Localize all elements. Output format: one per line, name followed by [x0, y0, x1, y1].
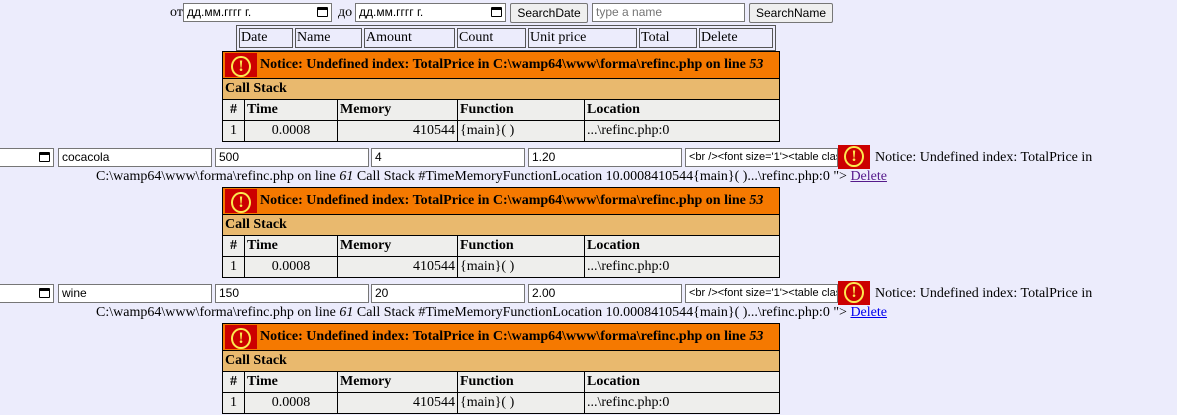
notice-message: Notice: Undefined index: TotalPrice in C… — [260, 329, 746, 345]
row-name-input[interactable]: wine — [58, 284, 212, 303]
php-notice-block: ! Notice: Undefined index: TotalPrice in … — [222, 187, 780, 278]
call-stack-title: Call Stack — [222, 350, 780, 372]
col-function: Function — [457, 99, 585, 121]
col-function: Function — [457, 235, 585, 257]
row-date-input[interactable] — [0, 284, 54, 303]
notice-line: 53 — [749, 193, 764, 209]
col-location: Location — [584, 235, 780, 257]
header-total: Total — [639, 28, 697, 48]
warning-icon: ! — [838, 281, 870, 305]
inline-notice-continuation: C:\wamp64\www\forma\refinc.php on line 6… — [96, 305, 887, 321]
inline-notice-stack: Call Stack #TimeMemoryFunctionLocation 1… — [353, 169, 851, 184]
col-time: Time — [244, 99, 338, 121]
col-memory: Memory — [337, 371, 458, 393]
delete-link[interactable]: Delete — [850, 305, 887, 320]
inline-notice-line: 61 — [339, 169, 354, 184]
warning-icon: ! — [225, 325, 257, 349]
stack-num: 1 — [222, 120, 245, 142]
col-hash: # — [222, 235, 245, 257]
notice-header: ! Notice: Undefined index: TotalPrice in … — [222, 187, 780, 215]
col-memory: Memory — [337, 99, 458, 121]
col-time: Time — [244, 235, 338, 257]
col-time: Time — [244, 371, 338, 393]
stack-time: 0.0008 — [244, 256, 338, 278]
row-unit-price-input[interactable]: 1.20 — [528, 148, 682, 167]
stack-num: 1 — [222, 392, 245, 414]
col-location: Location — [584, 99, 780, 121]
warning-icon: ! — [225, 189, 257, 213]
stack-memory: 410544 — [337, 120, 458, 142]
col-function: Function — [457, 371, 585, 393]
stack-time: 0.0008 — [244, 392, 338, 414]
stack-location: ...\refinc.php:0 — [584, 256, 780, 278]
warning-icon: ! — [838, 145, 870, 169]
calendar-icon[interactable] — [317, 7, 328, 17]
from-label: от — [170, 5, 183, 20]
from-date-input[interactable]: дд.мм.гггг г. — [183, 3, 332, 22]
row-amount-input[interactable]: 150 — [215, 284, 369, 303]
row-name-input[interactable]: cocacola — [58, 148, 212, 167]
header-name: Name — [295, 28, 362, 48]
search-date-button[interactable]: SearchDate — [510, 3, 588, 23]
stack-location: ...\refinc.php:0 — [584, 120, 780, 142]
inline-notice-stack: Call Stack #TimeMemoryFunctionLocation 1… — [353, 305, 851, 320]
stack-function: {main}( ) — [457, 392, 585, 414]
row-amount-input[interactable]: 500 — [215, 148, 369, 167]
notice-message: Notice: Undefined index: TotalPrice in C… — [260, 57, 746, 73]
to-date-input[interactable]: дд.мм.гггг г. — [355, 3, 506, 22]
delete-link[interactable]: Delete — [850, 169, 887, 184]
calendar-icon[interactable] — [39, 152, 50, 162]
notice-header: ! Notice: Undefined index: TotalPrice in … — [222, 323, 780, 351]
inline-notice-text: Notice: Undefined index: TotalPrice in — [875, 150, 1093, 165]
row-total-input[interactable]: <br /><font size='1'><table class — [685, 148, 838, 167]
stack-function: {main}( ) — [457, 256, 585, 278]
header-count: Count — [457, 28, 526, 48]
header-date: Date — [239, 28, 293, 48]
header-amount: Amount — [364, 28, 455, 48]
inline-notice-text: Notice: Undefined index: TotalPrice in — [875, 286, 1093, 301]
col-memory: Memory — [337, 235, 458, 257]
inline-notice-path: C:\wamp64\www\forma\refinc.php on line — [96, 305, 340, 320]
name-search-input[interactable]: type a name — [592, 3, 745, 22]
row-count-input[interactable]: 20 — [371, 284, 525, 303]
to-date-placeholder: дд.мм.гггг г. — [359, 5, 424, 19]
inline-notice-path: C:\wamp64\www\forma\refinc.php on line — [96, 169, 340, 184]
notice-header: ! Notice: Undefined index: TotalPrice in … — [222, 51, 780, 79]
col-location: Location — [584, 371, 780, 393]
search-name-button[interactable]: SearchName — [749, 3, 833, 23]
from-date-placeholder: дд.мм.гггг г. — [187, 5, 252, 19]
call-stack-title: Call Stack — [222, 214, 780, 236]
php-notice-block: ! Notice: Undefined index: TotalPrice in … — [222, 323, 780, 414]
records-header-table: Date Name Amount Count Unit price Total … — [236, 25, 776, 51]
row-unit-price-input[interactable]: 2.00 — [528, 284, 682, 303]
calendar-icon[interactable] — [39, 288, 50, 298]
row-date-input[interactable] — [0, 148, 54, 167]
to-label: до — [338, 5, 353, 20]
stack-num: 1 — [222, 256, 245, 278]
col-hash: # — [222, 99, 245, 121]
header-unit-price: Unit price — [528, 28, 637, 48]
row-total-input[interactable]: <br /><font size='1'><table class — [685, 284, 838, 303]
calendar-icon[interactable] — [491, 7, 502, 17]
stack-function: {main}( ) — [457, 120, 585, 142]
stack-memory: 410544 — [337, 392, 458, 414]
notice-line: 53 — [749, 57, 764, 73]
notice-message: Notice: Undefined index: TotalPrice in C… — [260, 193, 746, 209]
stack-location: ...\refinc.php:0 — [584, 392, 780, 414]
stack-memory: 410544 — [337, 256, 458, 278]
col-hash: # — [222, 371, 245, 393]
header-delete: Delete — [699, 28, 773, 48]
inline-notice-continuation: C:\wamp64\www\forma\refinc.php on line 6… — [96, 169, 887, 185]
stack-time: 0.0008 — [244, 120, 338, 142]
notice-line: 53 — [749, 329, 764, 345]
warning-icon: ! — [225, 53, 257, 77]
inline-notice-line: 61 — [339, 305, 354, 320]
row-count-input[interactable]: 4 — [371, 148, 525, 167]
call-stack-title: Call Stack — [222, 78, 780, 100]
php-notice-block: ! Notice: Undefined index: TotalPrice in … — [222, 51, 780, 142]
